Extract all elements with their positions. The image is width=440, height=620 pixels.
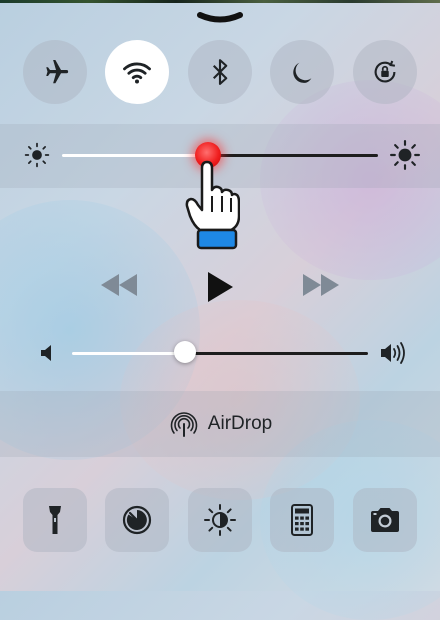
airplane-icon [46, 60, 69, 84]
play-button[interactable] [205, 270, 235, 304]
hand-pointer-icon [185, 160, 240, 250]
media-controls [0, 262, 440, 314]
bluetooth-toggle[interactable] [188, 40, 252, 104]
airdrop-button[interactable]: AirDrop [168, 408, 272, 440]
airdrop-icon [170, 412, 198, 437]
fast-forward-icon [303, 274, 339, 296]
volume-slider-thumb[interactable] [174, 341, 196, 363]
background-wallpaper-strip [0, 0, 440, 3]
calculator-button[interactable] [270, 488, 334, 552]
brightness-slider-track[interactable] [208, 154, 378, 157]
wifi-toggle[interactable] [105, 40, 169, 104]
volume-high-icon [381, 342, 405, 364]
rewind-icon [101, 274, 137, 296]
camera-icon [371, 508, 399, 532]
airdrop-section: AirDrop [0, 391, 440, 457]
flashlight-icon [49, 506, 61, 534]
flashlight-button[interactable] [23, 488, 87, 552]
airplane-mode-toggle[interactable] [23, 40, 87, 104]
chevron-down-icon[interactable] [196, 12, 244, 26]
camera-button[interactable] [353, 488, 417, 552]
rotation-lock-icon [374, 60, 396, 83]
wifi-icon [123, 62, 151, 84]
rotation-lock-toggle[interactable] [353, 40, 417, 104]
night-shift-icon [204, 504, 236, 536]
brightness-low-icon [24, 142, 50, 168]
toggle-row [0, 38, 440, 106]
airdrop-label: AirDrop [207, 413, 273, 434]
do-not-disturb-toggle[interactable] [270, 40, 334, 104]
timer-icon [122, 505, 152, 535]
fast-forward-button[interactable] [300, 270, 342, 300]
moon-icon [293, 62, 312, 83]
brightness-slider-fill[interactable] [62, 154, 208, 157]
night-shift-button[interactable] [188, 488, 252, 552]
shortcut-row [0, 488, 440, 552]
volume-slider-track[interactable] [185, 352, 368, 355]
volume-low-icon [41, 345, 51, 361]
timer-button[interactable] [105, 488, 169, 552]
play-icon [208, 272, 233, 302]
calculator-icon [291, 504, 313, 536]
volume-slider-fill[interactable] [72, 352, 185, 355]
brightness-high-icon [390, 140, 420, 170]
bluetooth-icon [212, 59, 228, 85]
rewind-button[interactable] [98, 270, 140, 300]
